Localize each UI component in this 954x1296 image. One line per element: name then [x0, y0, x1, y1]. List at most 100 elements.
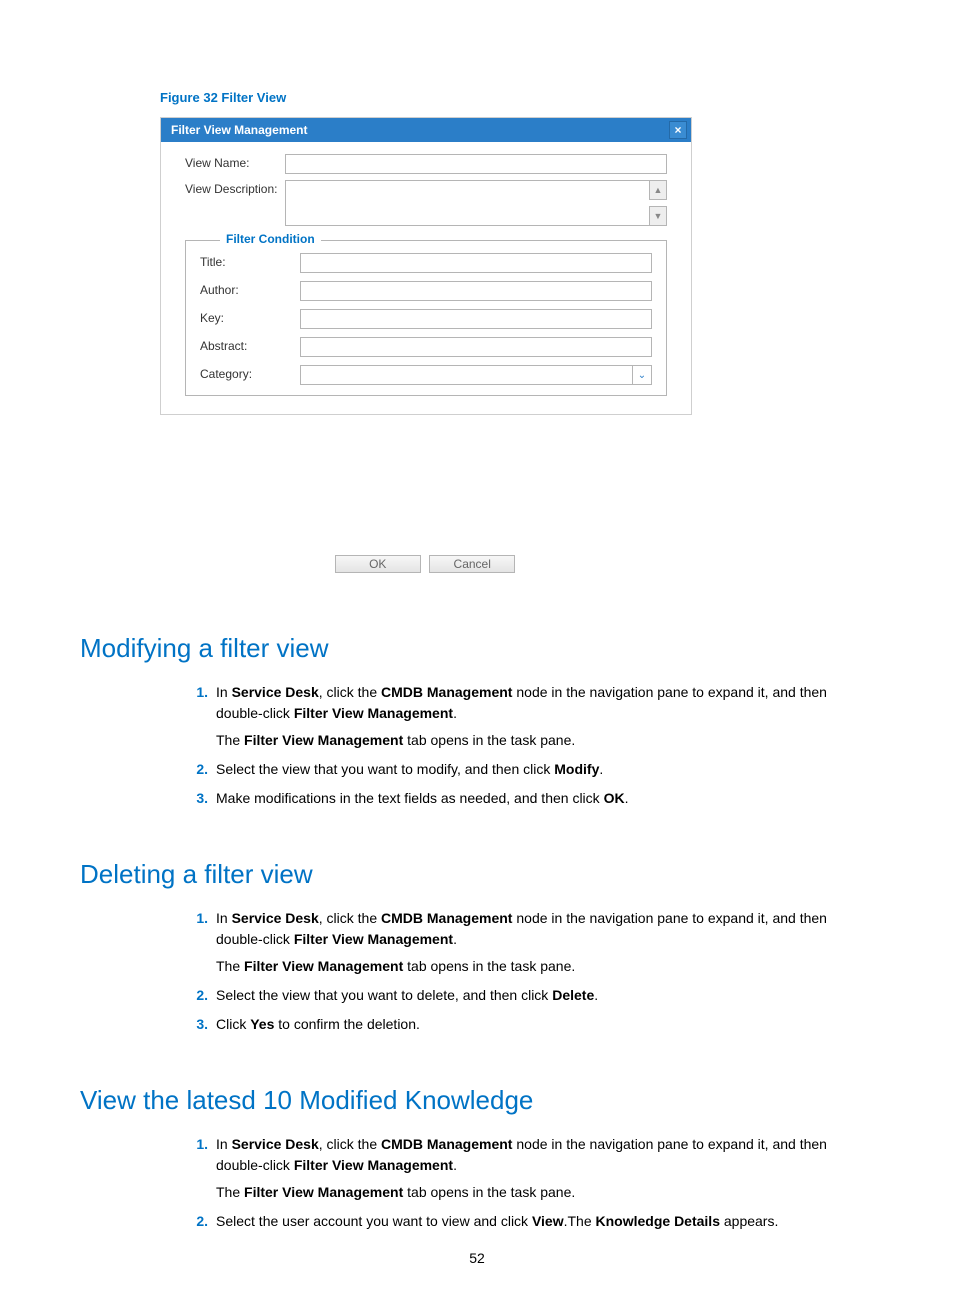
- category-combo: ⌄: [300, 365, 652, 385]
- view-desc-input[interactable]: [285, 180, 649, 226]
- filter-condition-fieldset: Filter Condition Title: Author: Key: Abs…: [185, 240, 667, 396]
- author-input[interactable]: [300, 281, 652, 301]
- text: .: [453, 931, 457, 947]
- text: .: [599, 761, 603, 777]
- text: tab opens in the task pane.: [403, 958, 575, 974]
- text-bold: Modify: [554, 761, 599, 777]
- dialog-title: Filter View Management: [171, 123, 307, 137]
- substep: The Filter View Management tab opens in …: [216, 730, 874, 751]
- text: Select the view that you want to delete,…: [216, 987, 552, 1003]
- text: In: [216, 910, 232, 926]
- page-number: 52: [0, 1250, 954, 1266]
- text-bold: Knowledge Details: [596, 1213, 720, 1229]
- label-author: Author:: [200, 281, 300, 297]
- dialog-body: View Name: View Description: ▲ ▼ Filter …: [161, 142, 691, 414]
- form-row-category: Category: ⌄: [200, 365, 652, 385]
- label-key: Key:: [200, 309, 300, 325]
- text: , click the: [319, 684, 381, 700]
- text-bold: Filter View Management: [244, 958, 403, 974]
- substep: The Filter View Management tab opens in …: [216, 1182, 874, 1203]
- steps-modify: In Service Desk, click the CMDB Manageme…: [180, 682, 874, 809]
- text: tab opens in the task pane.: [403, 732, 575, 748]
- text: .: [453, 705, 457, 721]
- view-name-input[interactable]: [285, 154, 667, 174]
- text: The: [216, 1184, 244, 1200]
- form-row-viewdesc: View Description: ▲ ▼: [185, 180, 667, 226]
- form-row-key: Key:: [200, 309, 652, 329]
- list-item: In Service Desk, click the CMDB Manageme…: [180, 1134, 874, 1203]
- close-icon[interactable]: ×: [669, 121, 687, 139]
- scroll-down-icon[interactable]: ▼: [649, 206, 667, 226]
- steps-latest: In Service Desk, click the CMDB Manageme…: [180, 1134, 874, 1232]
- text-bold: Filter View Management: [244, 1184, 403, 1200]
- label-viewdesc: View Description:: [185, 180, 285, 196]
- substep: The Filter View Management tab opens in …: [216, 956, 874, 977]
- text-bold: Delete: [552, 987, 594, 1003]
- text-bold: View: [532, 1213, 564, 1229]
- key-input[interactable]: [300, 309, 652, 329]
- abstract-input[interactable]: [300, 337, 652, 357]
- text: .The: [564, 1213, 596, 1229]
- text-bold: Filter View Management: [294, 1157, 453, 1173]
- text-bold: Filter View Management: [244, 732, 403, 748]
- text-bold: CMDB Management: [381, 910, 512, 926]
- view-desc-textarea-wrap: ▲ ▼: [285, 180, 667, 226]
- text: Select the user account you want to view…: [216, 1213, 532, 1229]
- text-bold: Service Desk: [232, 684, 319, 700]
- text: .: [453, 1157, 457, 1173]
- title-input[interactable]: [300, 253, 652, 273]
- heading-modify: Modifying a filter view: [80, 633, 874, 664]
- list-item: In Service Desk, click the CMDB Manageme…: [180, 682, 874, 751]
- label-viewname: View Name:: [185, 154, 285, 170]
- text: In: [216, 684, 232, 700]
- text: appears.: [720, 1213, 778, 1229]
- text: The: [216, 958, 244, 974]
- label-category: Category:: [200, 365, 300, 381]
- text: In: [216, 1136, 232, 1152]
- list-item: Click Yes to confirm the deletion.: [180, 1014, 874, 1035]
- text: , click the: [319, 910, 381, 926]
- form-row-author: Author:: [200, 281, 652, 301]
- scroll-up-icon[interactable]: ▲: [649, 180, 667, 200]
- filter-view-dialog: Filter View Management × View Name: View…: [160, 117, 692, 415]
- text-bold: CMDB Management: [381, 684, 512, 700]
- steps-delete: In Service Desk, click the CMDB Manageme…: [180, 908, 874, 1035]
- form-row-viewname: View Name:: [185, 154, 667, 174]
- category-input[interactable]: [300, 365, 632, 385]
- text: Select the view that you want to modify,…: [216, 761, 554, 777]
- chevron-down-icon[interactable]: ⌄: [632, 365, 652, 385]
- text-bold: Service Desk: [232, 1136, 319, 1152]
- list-item: Make modifications in the text fields as…: [180, 788, 874, 809]
- text-bold: CMDB Management: [381, 1136, 512, 1152]
- list-item: Select the view that you want to delete,…: [180, 985, 874, 1006]
- text-bold: Filter View Management: [294, 705, 453, 721]
- text: tab opens in the task pane.: [403, 1184, 575, 1200]
- text-bold: Yes: [250, 1016, 274, 1032]
- textarea-scrollbar: ▲ ▼: [649, 180, 667, 226]
- text: .: [625, 790, 629, 806]
- text-bold: Service Desk: [232, 910, 319, 926]
- list-item: Select the view that you want to modify,…: [180, 759, 874, 780]
- text: , click the: [319, 1136, 381, 1152]
- list-item: In Service Desk, click the CMDB Manageme…: [180, 908, 874, 977]
- text: Make modifications in the text fields as…: [216, 790, 604, 806]
- text: .: [594, 987, 598, 1003]
- form-row-abstract: Abstract:: [200, 337, 652, 357]
- figure-caption: Figure 32 Filter View: [160, 90, 874, 105]
- text-bold: Filter View Management: [294, 931, 453, 947]
- ok-button[interactable]: OK: [335, 555, 421, 573]
- text-bold: OK: [604, 790, 625, 806]
- list-item: Select the user account you want to view…: [180, 1211, 874, 1232]
- form-row-title: Title:: [200, 253, 652, 273]
- text: to confirm the deletion.: [274, 1016, 420, 1032]
- dialog-titlebar: Filter View Management ×: [161, 118, 691, 142]
- text: The: [216, 732, 244, 748]
- label-abstract: Abstract:: [200, 337, 300, 353]
- heading-delete: Deleting a filter view: [80, 859, 874, 890]
- label-title: Title:: [200, 253, 300, 269]
- cancel-button[interactable]: Cancel: [429, 555, 515, 573]
- fieldset-legend: Filter Condition: [220, 232, 321, 246]
- dialog-button-bar: OK Cancel: [160, 555, 690, 573]
- heading-latest: View the latesd 10 Modified Knowledge: [80, 1085, 874, 1116]
- text: Click: [216, 1016, 250, 1032]
